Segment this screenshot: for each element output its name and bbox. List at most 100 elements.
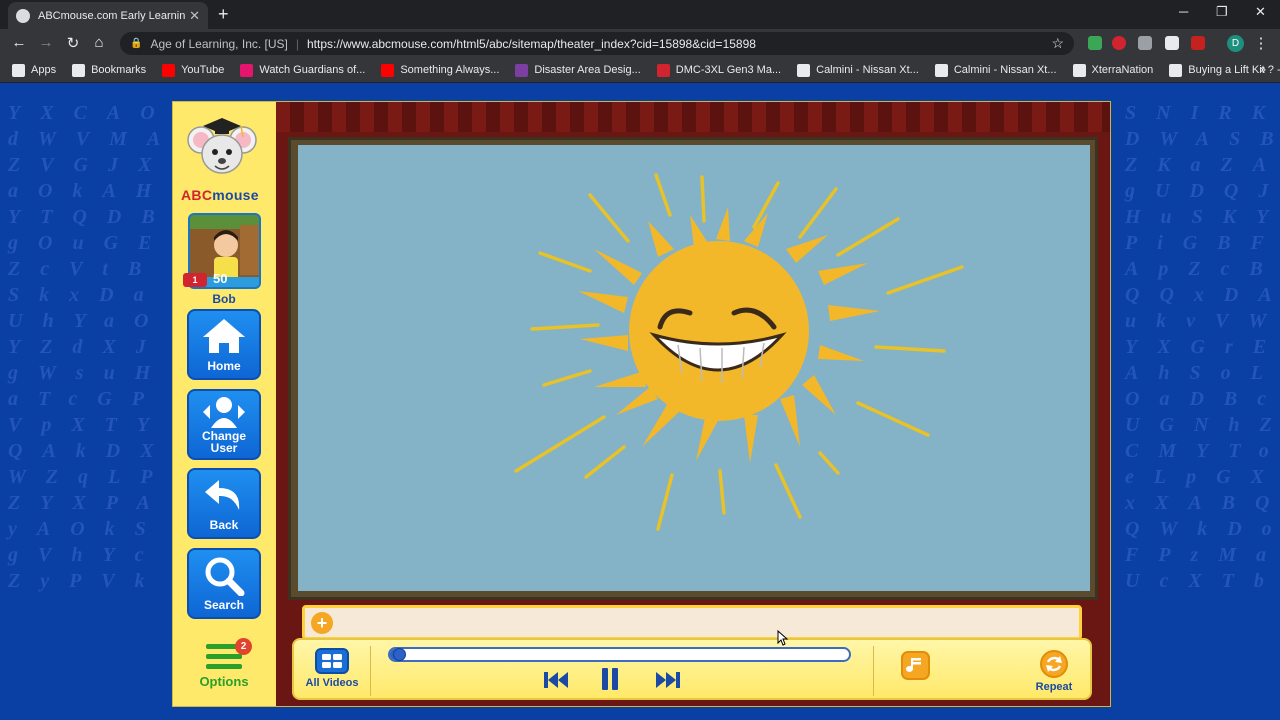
bookmark-favicon-icon	[12, 63, 25, 77]
search-button[interactable]: Search	[187, 548, 261, 619]
maximize-button[interactable]: ❐	[1216, 4, 1228, 20]
controls-divider-right	[873, 646, 874, 696]
bookmark-item[interactable]: XterraNation	[1072, 63, 1154, 77]
bookmarks-bar: Apps Bookmarks YouTube Watch Guardians of..…	[0, 58, 1280, 83]
extension-white-icon[interactable]	[1165, 36, 1179, 50]
back-label: Back	[209, 518, 239, 532]
window-close-button[interactable]: ✕	[1255, 4, 1266, 20]
repeat-icon	[1040, 650, 1068, 678]
tab-title: ABCmouse.com Early Learnin	[38, 9, 186, 22]
theater-curtain	[276, 102, 1110, 132]
video-theater: + All Videos Repeat	[276, 102, 1110, 706]
mouse-pointer-icon	[777, 630, 789, 646]
video-controls-bar: All Videos Repeat	[292, 638, 1092, 700]
bookmark-item[interactable]: YouTube	[162, 63, 225, 77]
bookmark-favicon-icon	[515, 63, 529, 77]
bookmark-item[interactable]: Bookmarks	[72, 63, 147, 77]
extension-green-icon[interactable]	[1088, 36, 1102, 50]
video-progress-bar[interactable]	[388, 647, 851, 662]
browser-tab-strip: ABCmouse.com Early Learnin ✕ + ─ ❐ ✕	[0, 0, 1280, 29]
bookmark-favicon-icon	[162, 63, 176, 77]
background-letters-left: YXCAOK dWVMA ZVGJX aOkAH YTQDB gOuGE ZcV…	[8, 102, 209, 592]
change-user-icon	[203, 397, 245, 428]
progress-scrubber-handle[interactable]	[393, 648, 407, 661]
extension-chat-icon[interactable]	[1138, 36, 1152, 50]
minimize-button[interactable]: ─	[1179, 4, 1188, 19]
menu-kebab-icon[interactable]: ⋮	[1252, 34, 1270, 52]
reload-icon[interactable]: ↻	[64, 34, 82, 52]
new-tab-button[interactable]: +	[218, 4, 229, 25]
lock-icon: 🔒	[130, 38, 143, 49]
extension-pdf-icon[interactable]	[1191, 36, 1205, 50]
options-button[interactable]: 2 Options	[187, 638, 261, 698]
url-text: https://www.abcmouse.com/html5/abc/sitem…	[307, 36, 756, 51]
back-arrow-icon	[205, 480, 240, 510]
bookmark-label: Bookmarks	[91, 64, 147, 76]
abcmouse-mascot-icon	[187, 118, 257, 174]
grid-icon	[315, 648, 349, 674]
bookmark-favicon-icon	[934, 63, 948, 77]
options-notification-badge: 2	[235, 638, 252, 655]
tab-close-icon[interactable]: ✕	[189, 8, 200, 24]
options-label: Options	[199, 674, 249, 689]
bookmark-favicon-icon	[1072, 63, 1086, 77]
profile-avatar[interactable]: D	[1227, 35, 1244, 52]
address-bar[interactable]: 🔒 Age of Learning, Inc. [US] | https://w…	[120, 32, 1074, 55]
music-note-button[interactable]	[901, 651, 930, 680]
extension-red-icon[interactable]	[1112, 36, 1126, 50]
forward-nav-icon[interactable]: →	[37, 34, 55, 51]
repeat-label: Repeat	[1035, 681, 1073, 693]
search-label: Search	[203, 598, 245, 612]
controls-divider	[370, 646, 371, 696]
bookmark-item[interactable]: Apps	[12, 63, 57, 77]
background-letters-right: SNIRK DWASB ZKaZA gUDQJ HuSKY PiGBF ApZc…	[1125, 102, 1280, 592]
pause-icon[interactable]	[600, 666, 620, 692]
bookmark-star-icon[interactable]: ☆	[1051, 35, 1064, 52]
bookmark-favicon-icon	[656, 63, 670, 77]
home-nav-icon[interactable]: ⌂	[90, 34, 108, 51]
change-user-button[interactable]: Change User	[187, 389, 261, 460]
back-nav-icon[interactable]: ←	[10, 34, 28, 51]
bookmark-label: Calmini - Nissan Xt...	[816, 64, 919, 76]
bookmark-label: XterraNation	[1091, 64, 1154, 76]
change-user-label: Change User	[201, 429, 246, 455]
bookmark-label: Watch Guardians of...	[259, 64, 366, 76]
user-ticket-score: 50	[213, 271, 228, 286]
bookmark-favicon-icon	[72, 63, 86, 77]
bookmark-label: DMC-3XL Gen3 Ma...	[675, 64, 782, 76]
user-level-badge: 1	[183, 273, 207, 287]
bookmarks-overflow-icon[interactable]: »	[1260, 64, 1266, 76]
bookmark-item[interactable]: Calmini - Nissan Xt...	[797, 63, 919, 77]
tab-favicon-icon	[16, 8, 30, 23]
sidebar: ABCmouse 1 50 Bob Home Change User Back …	[173, 102, 275, 706]
home-icon	[203, 319, 245, 353]
music-note-icon	[906, 658, 921, 672]
home-button[interactable]: Home	[187, 309, 261, 380]
address-separator: |	[295, 36, 299, 51]
bookmark-label: Apps	[31, 64, 57, 76]
bookmark-item[interactable]: Something Always...	[381, 63, 500, 77]
home-label: Home	[207, 359, 241, 373]
magnifier-icon	[205, 557, 245, 596]
bookmark-label: YouTube	[181, 64, 225, 76]
browser-tab[interactable]: ABCmouse.com Early Learnin ✕	[8, 2, 208, 29]
add-button[interactable]: +	[311, 612, 333, 634]
bookmark-favicon-icon	[797, 63, 811, 77]
all-videos-button[interactable]: All Videos	[302, 648, 362, 689]
bookmark-favicon-icon	[381, 63, 395, 77]
bookmark-label: Something Always...	[400, 64, 500, 76]
bookmark-item[interactable]: Disaster Area Desig...	[515, 63, 641, 77]
bookmark-label: Buying a Lift Kit ? -...	[1188, 64, 1280, 76]
browser-toolbar: ← → ↻ ⌂ 🔒 Age of Learning, Inc. [US] | h…	[0, 29, 1280, 58]
back-button[interactable]: Back	[187, 468, 261, 539]
abcmouse-logo-text: ABCmouse	[181, 187, 259, 203]
bookmark-item[interactable]: Watch Guardians of...	[240, 63, 366, 77]
repeat-button[interactable]: Repeat	[1029, 650, 1079, 693]
logo-abc: ABC	[181, 187, 213, 203]
bookmark-item[interactable]: Calmini - Nissan Xt...	[934, 63, 1057, 77]
next-track-icon[interactable]	[654, 670, 682, 690]
previous-track-icon[interactable]	[542, 670, 570, 690]
bookmark-label: Calmini - Nissan Xt...	[953, 64, 1057, 76]
video-screen[interactable]	[298, 145, 1090, 591]
bookmark-item[interactable]: DMC-3XL Gen3 Ma...	[656, 63, 782, 77]
